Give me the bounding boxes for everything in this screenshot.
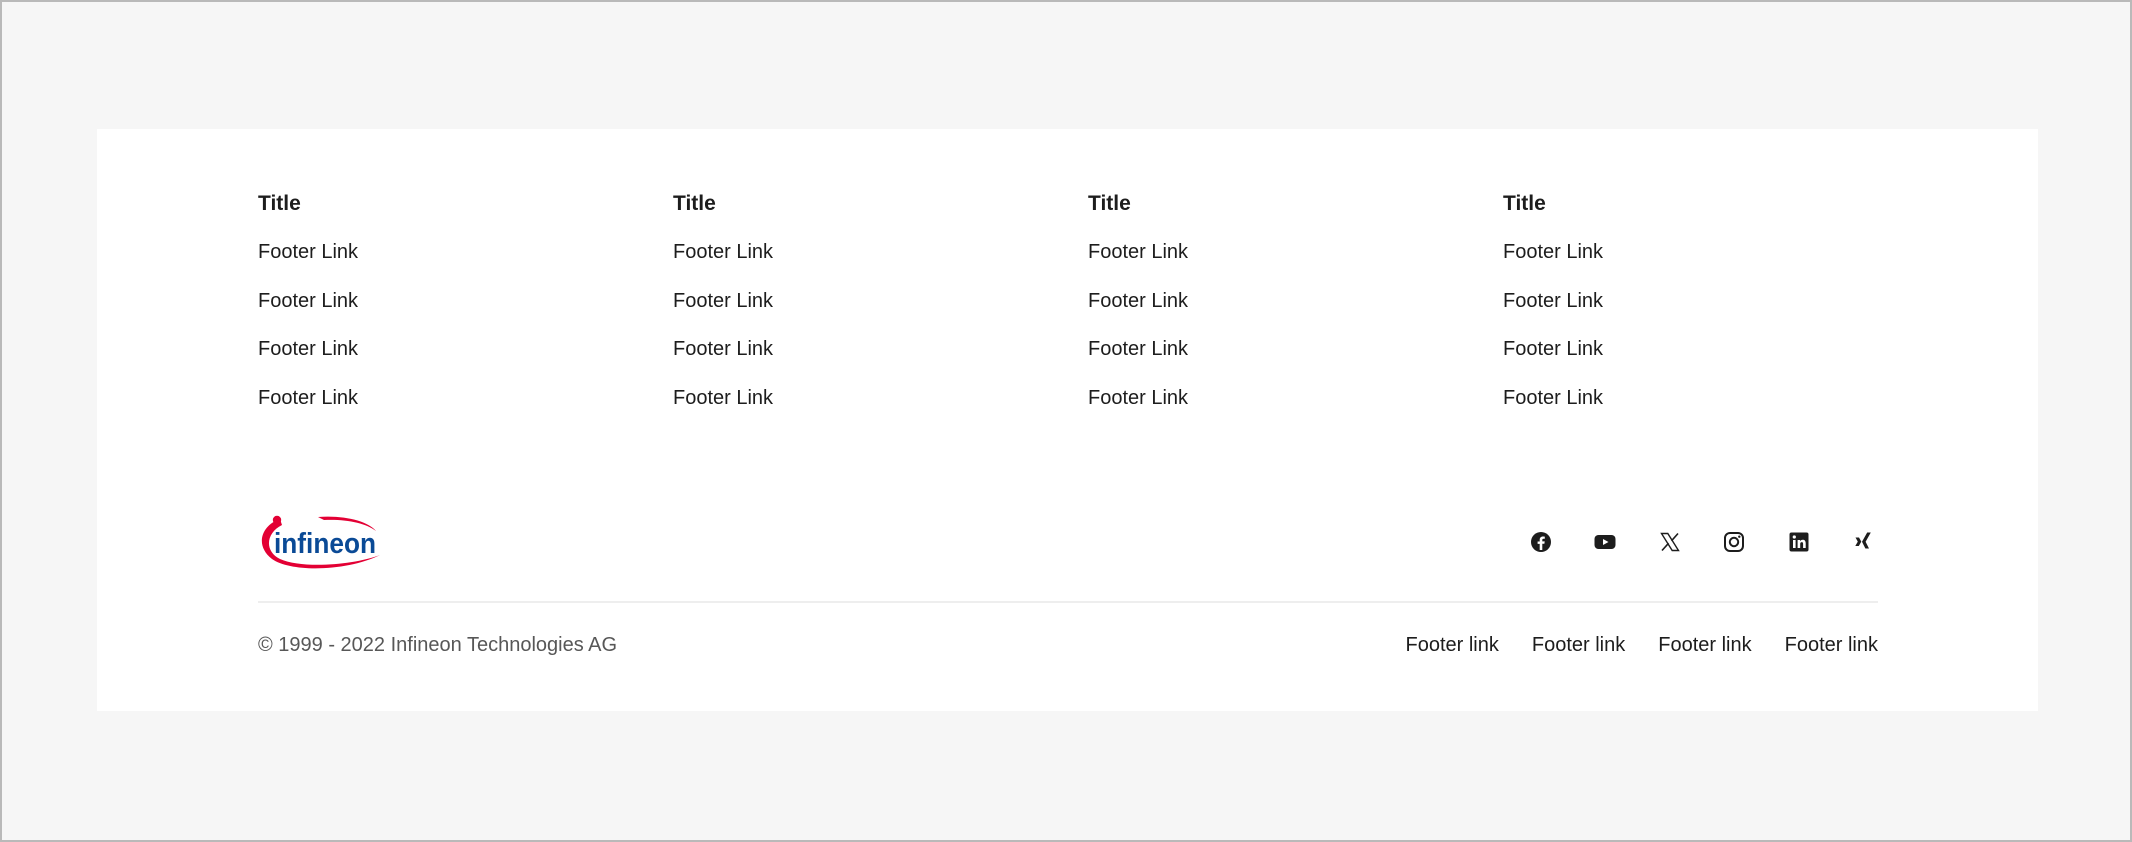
footer-link[interactable]: Footer Link bbox=[1503, 286, 1903, 316]
footer-link[interactable]: Footer Link bbox=[1503, 383, 1903, 413]
footer-link[interactable]: Footer Link bbox=[673, 383, 1073, 413]
footer-link[interactable]: Footer Link bbox=[1088, 383, 1488, 413]
footer-link[interactable]: Footer Link bbox=[673, 334, 1073, 364]
footer-link[interactable]: Footer Link bbox=[673, 237, 1073, 267]
copyright-text: © 1999 - 2022 Infineon Technologies AG bbox=[258, 634, 618, 656]
footer-link[interactable]: Footer Link bbox=[1503, 237, 1903, 267]
footer-link[interactable]: Footer Link bbox=[258, 237, 658, 267]
facebook-icon[interactable] bbox=[1526, 527, 1556, 557]
social-links bbox=[1491, 527, 1878, 557]
footer-column: Title Footer Link Footer Link Footer Lin… bbox=[1503, 189, 1903, 431]
footer-link[interactable]: Footer Link bbox=[258, 286, 658, 316]
linkedin-icon[interactable] bbox=[1784, 527, 1814, 557]
footer-link[interactable]: Footer Link bbox=[673, 286, 1073, 316]
legal-link[interactable]: Footer link bbox=[1785, 629, 1878, 661]
infineon-logo[interactable]: infineon bbox=[258, 511, 382, 573]
footer-link[interactable]: Footer Link bbox=[1503, 334, 1903, 364]
legal-link[interactable]: Footer link bbox=[1532, 629, 1625, 661]
footer-link[interactable]: Footer Link bbox=[1088, 334, 1488, 364]
footer-link[interactable]: Footer Link bbox=[258, 383, 658, 413]
footer-column: Title Footer Link Footer Link Footer Lin… bbox=[1088, 189, 1488, 431]
footer-link[interactable]: Footer Link bbox=[1088, 286, 1488, 316]
legal-links: Footer link Footer link Footer link Foot… bbox=[1373, 629, 1879, 661]
footer-divider bbox=[258, 601, 1878, 603]
column-title: Title bbox=[1503, 192, 1546, 215]
footer-column: Title Footer Link Footer Link Footer Lin… bbox=[673, 189, 1073, 431]
footer-column: Title Footer Link Footer Link Footer Lin… bbox=[258, 189, 658, 431]
instagram-icon[interactable] bbox=[1719, 527, 1749, 557]
footer-bottom-row: © 1999 - 2022 Infineon Technologies AG F… bbox=[258, 629, 1878, 661]
svg-text:infineon: infineon bbox=[274, 528, 376, 560]
footer-link[interactable]: Footer Link bbox=[1088, 237, 1488, 267]
footer: Title Footer Link Footer Link Footer Lin… bbox=[97, 129, 2038, 711]
footer-columns: Title Footer Link Footer Link Footer Lin… bbox=[258, 189, 1878, 439]
column-title: Title bbox=[258, 192, 301, 215]
footer-link[interactable]: Footer Link bbox=[258, 334, 658, 364]
x-icon[interactable] bbox=[1655, 527, 1685, 557]
column-title: Title bbox=[1088, 192, 1131, 215]
infineon-logo-graphic: infineon bbox=[261, 515, 380, 569]
legal-link[interactable]: Footer link bbox=[1658, 629, 1751, 661]
youtube-icon[interactable] bbox=[1590, 527, 1620, 557]
xing-icon[interactable] bbox=[1848, 527, 1878, 557]
legal-link[interactable]: Footer link bbox=[1406, 629, 1499, 661]
column-title: Title bbox=[673, 192, 716, 215]
brand-row: infineon bbox=[258, 511, 1878, 573]
